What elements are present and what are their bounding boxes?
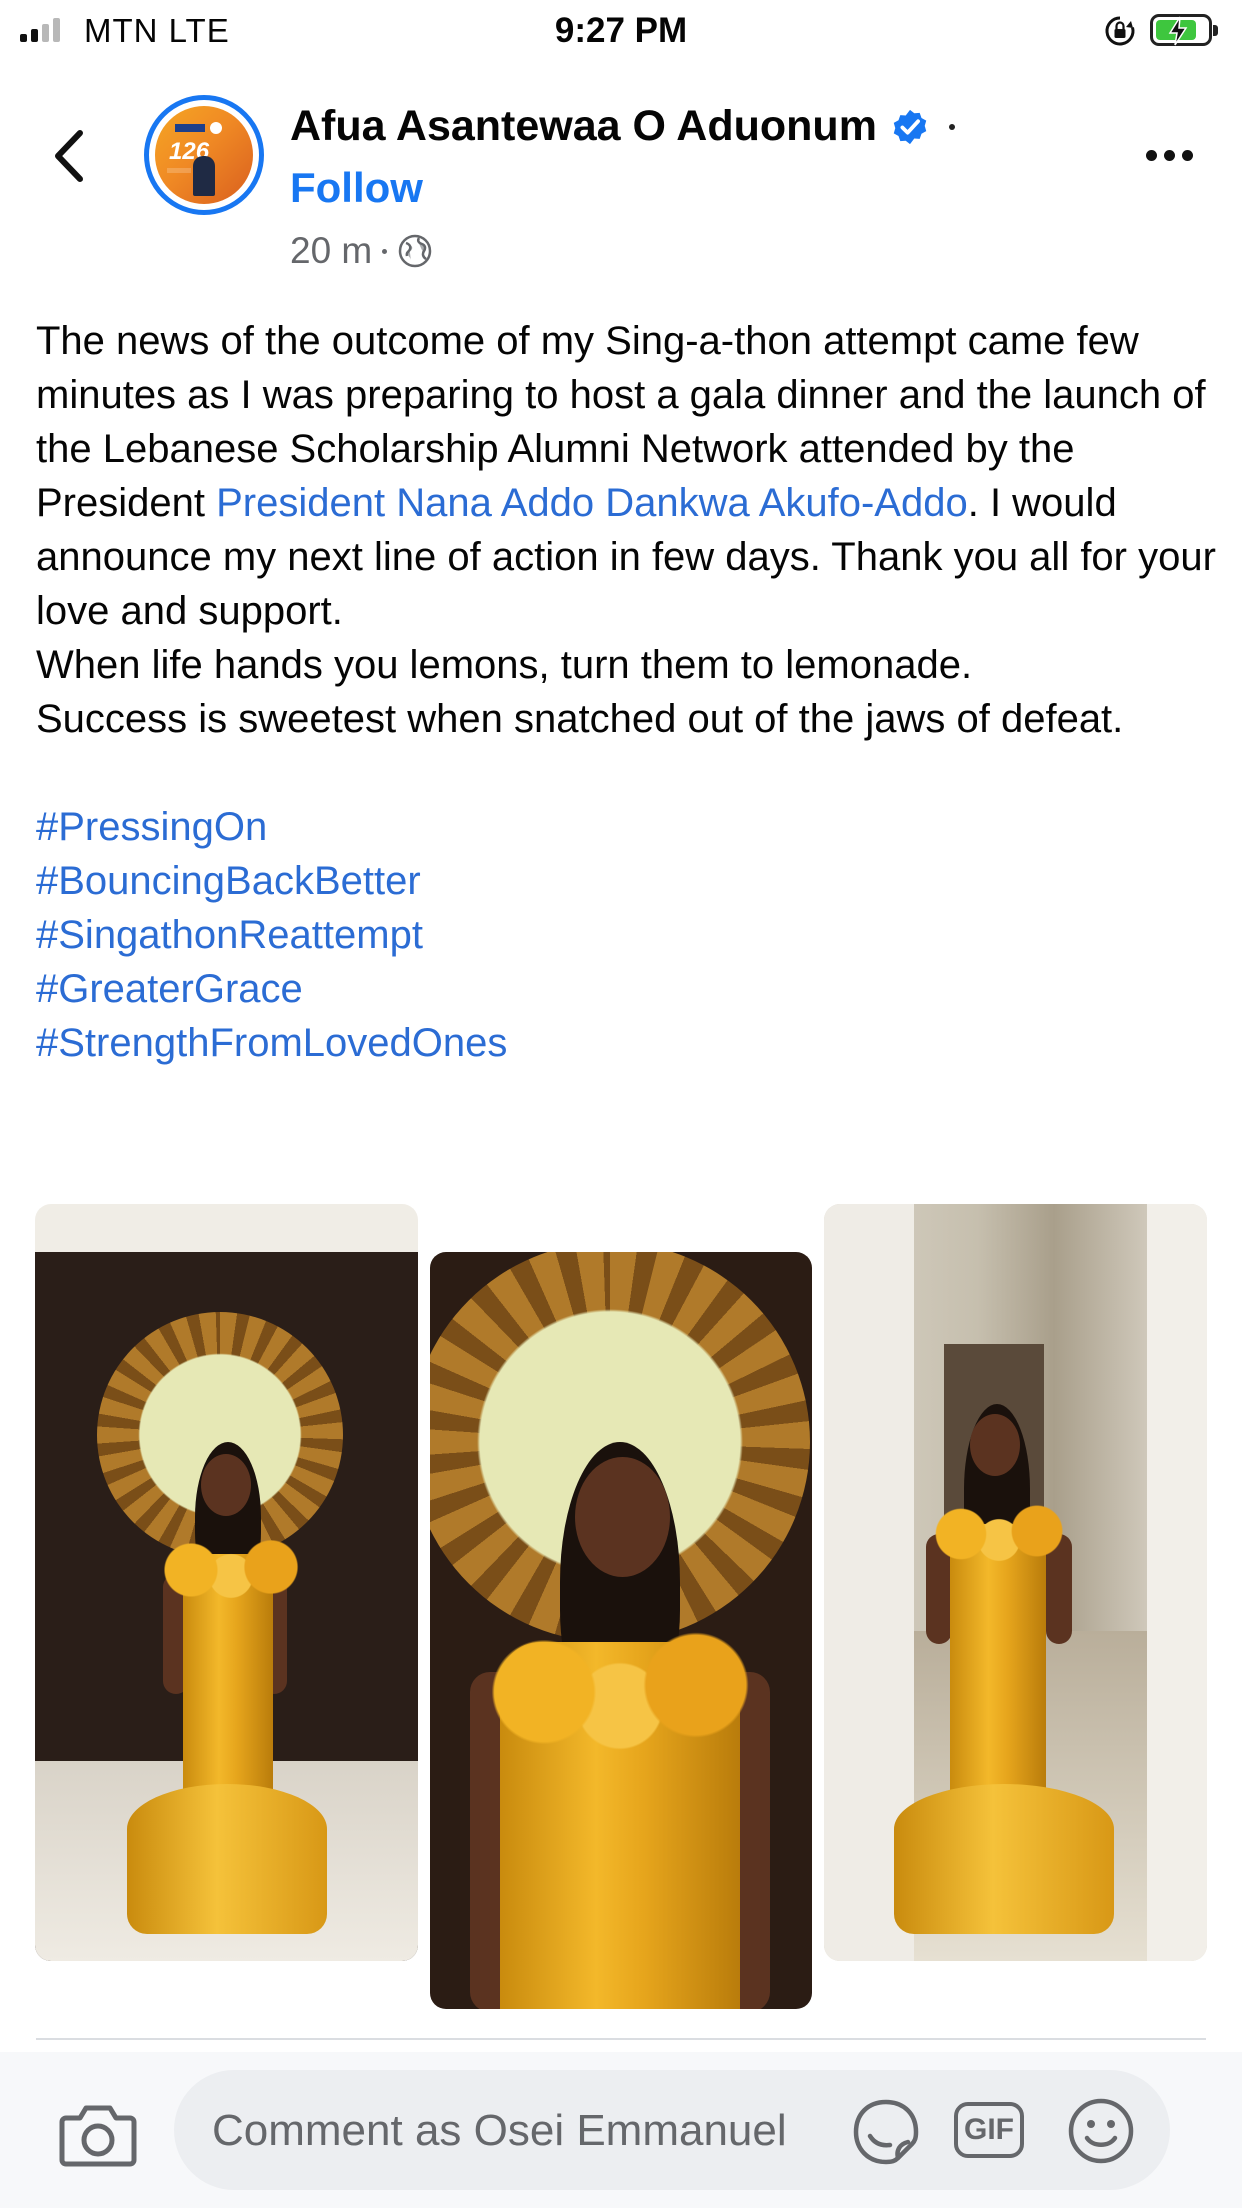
post-photo-1[interactable] (35, 1204, 418, 1961)
post-meta: 20 m (290, 230, 433, 272)
hashtag-link[interactable]: #SingathonReattempt (36, 908, 1216, 962)
chevron-left-icon[interactable] (50, 128, 90, 184)
globe-icon (399, 234, 432, 268)
author-name-row[interactable]: Afua Asantewaa O Aduonum (290, 102, 955, 151)
follow-button[interactable]: Follow (290, 164, 423, 212)
sticker-icon[interactable] (850, 2096, 922, 2168)
comment-input[interactable]: Comment as Osei Emmanuel GIF (174, 2070, 1170, 2190)
orientation-lock-icon (1105, 16, 1135, 46)
battery-charging-icon (1150, 14, 1218, 46)
post-time[interactable]: 20 m (290, 230, 372, 272)
clock: 9:27 PM (554, 11, 688, 50)
smile-icon[interactable] (1066, 2096, 1136, 2166)
status-bar: MTN LTE 9:27 PM (0, 0, 1242, 62)
avatar[interactable]: 126 (144, 95, 264, 215)
post-line: Success is sweetest when snatched out of… (36, 697, 1124, 741)
post-photo-3[interactable] (824, 1204, 1207, 1961)
post-text: The news of the outcome of my Sing-a-tho… (36, 314, 1216, 1070)
gif-button[interactable]: GIF (954, 2102, 1024, 2158)
author-name[interactable]: Afua Asantewaa O Aduonum (290, 102, 877, 151)
post-paragraph: The news of the outcome of my Sing-a-tho… (36, 319, 1216, 633)
hashtag-link[interactable]: #BouncingBackBetter (36, 854, 1216, 908)
hashtag-link[interactable]: #PressingOn (36, 800, 1216, 854)
mention-link[interactable]: President Nana Addo Dankwa Akufo-Addo (216, 481, 968, 525)
camera-icon[interactable] (58, 2100, 138, 2170)
ellipsis-icon[interactable] (1146, 150, 1193, 161)
hashtag-link[interactable]: #StrengthFromLovedOnes (36, 1016, 1216, 1070)
post-photo-2[interactable] (430, 1252, 812, 2009)
separator-dot (948, 123, 955, 130)
divider (36, 2038, 1206, 2040)
hashtag-list: #PressingOn #BouncingBackBetter #Singath… (36, 800, 1216, 1070)
hashtag-link[interactable]: #GreaterGrace (36, 962, 1216, 1016)
verified-badge-icon (893, 109, 927, 144)
comment-placeholder: Comment as Osei Emmanuel (212, 2106, 787, 2155)
post-line: When life hands you lemons, turn them to… (36, 643, 973, 687)
